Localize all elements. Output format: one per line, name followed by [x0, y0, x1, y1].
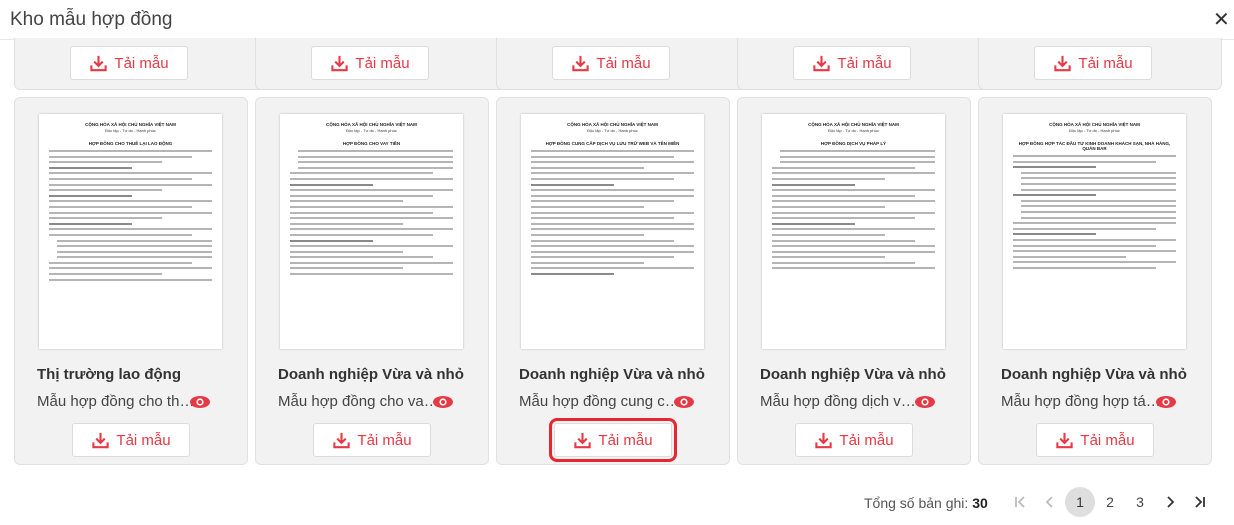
total-records: Tổng số bản ghi: 30 [864, 495, 988, 511]
page-button-2[interactable]: 2 [1095, 487, 1125, 517]
template-card-prev: Tải mẫu [737, 38, 996, 90]
doc-subheader: Độc lập - Tự do - Hạnh phúc [346, 128, 397, 133]
card-title: Doanh nghiệp Vừa và nhỏ [760, 366, 946, 383]
template-card-prev: Tải mẫu [14, 38, 273, 90]
doc-title: HỢP ĐỒNG CUNG CẤP DỊCH VỤ LƯU TRỮ WEB VÀ… [545, 141, 680, 146]
download-label: Tải mẫu [839, 431, 894, 449]
download-button[interactable]: Tải mẫu [552, 46, 670, 80]
download-label: Tải mẫu [114, 54, 169, 72]
doc-subheader: Độc lập - Tự do - Hạnh phúc [1069, 128, 1120, 133]
card-title: Thị trường lao động [37, 366, 182, 383]
page-button-1[interactable]: 1 [1065, 487, 1095, 517]
first-page-button[interactable] [1005, 487, 1035, 517]
eye-icon[interactable] [914, 395, 936, 409]
modal-header: Kho mẫu hợp đồng ✕ [0, 0, 1234, 40]
download-label: Tải mẫu [1078, 54, 1133, 72]
doc-title: HỢP ĐỒNG CHO VAY TIỀN [342, 141, 401, 146]
chevron-right-icon [1167, 496, 1175, 508]
template-card-prev: Tải mẫu [496, 38, 755, 90]
download-icon [90, 55, 108, 71]
template-card-prev: Tải mẫu [978, 38, 1222, 90]
card-description: Mẫu hợp đồng cho thuê lại lao động [37, 393, 199, 410]
eye-icon[interactable] [189, 395, 211, 409]
template-card[interactable]: CỘNG HÒA XÃ HỘI CHỦ NGHĨA VIỆT NAM Độc l… [496, 97, 730, 465]
doc-title: HỢP ĐỒNG DỊCH VỤ PHÁP LÝ [820, 141, 887, 146]
document-thumbnail[interactable]: CỘNG HÒA XÃ HỘI CHỦ NGHĨA VIỆT NAM Độc l… [280, 114, 463, 349]
card-description: Mẫu hợp đồng cung cấp dịch vụ [519, 393, 681, 410]
download-button[interactable]: Tải mẫu [72, 423, 190, 457]
download-icon [1056, 432, 1074, 448]
card-title: Doanh nghiệp Vừa và nhỏ [1001, 366, 1187, 383]
download-button[interactable]: Tải mẫu [70, 46, 188, 80]
download-icon [574, 432, 592, 448]
download-label: Tải mẫu [116, 431, 171, 449]
doc-title: HỢP ĐỒNG CHO THUÊ LẠI LAO ĐỘNG [88, 141, 173, 146]
document-thumbnail[interactable]: CỘNG HÒA XÃ HỘI CHỦ NGHĨA VIỆT NAM Độc l… [521, 114, 704, 349]
download-button[interactable]: Tải mẫu [549, 418, 677, 462]
download-button[interactable]: Tải mẫu [1034, 46, 1152, 80]
card-title: Doanh nghiệp Vừa và nhỏ [278, 366, 464, 383]
doc-subheader: Độc lập - Tự do - Hạnh phúc [587, 128, 638, 133]
download-label: Tải mẫu [1080, 431, 1135, 449]
last-page-icon [1195, 496, 1205, 508]
doc-header: CỘNG HÒA XÃ HỘI CHỦ NGHĨA VIỆT NAM [326, 122, 417, 127]
template-card[interactable]: CỘNG HÒA XÃ HỘI CHỦ NGHĨA VIỆT NAM Độc l… [14, 97, 248, 465]
doc-subheader: Độc lập - Tự do - Hạnh phúc [828, 128, 879, 133]
page-button-3[interactable]: 3 [1125, 487, 1155, 517]
download-button[interactable]: Tải mẫu [793, 46, 911, 80]
eye-icon[interactable] [432, 395, 454, 409]
template-card[interactable]: CỘNG HÒA XÃ HỘI CHỦ NGHĨA VIỆT NAM Độc l… [255, 97, 489, 465]
document-thumbnail[interactable]: CỘNG HÒA XÃ HỘI CHỦ NGHĨA VIỆT NAM Độc l… [39, 114, 222, 349]
download-icon [572, 55, 590, 71]
eye-icon[interactable] [1155, 395, 1177, 409]
download-button[interactable]: Tải mẫu [311, 46, 429, 80]
template-card-prev: Tải mẫu [255, 38, 514, 90]
doc-title: HỢP ĐỒNG HỢP TÁC ĐẦU TƯ KINH DOANH KHÁCH… [1018, 141, 1171, 151]
chevron-left-icon [1045, 496, 1053, 508]
download-icon [1054, 55, 1072, 71]
total-count: 30 [972, 495, 988, 511]
document-thumbnail[interactable]: CỘNG HÒA XÃ HỘI CHỦ NGHĨA VIỆT NAM Độc l… [1003, 114, 1186, 349]
download-button[interactable]: Tải mẫu [1036, 423, 1154, 457]
template-card[interactable]: CỘNG HÒA XÃ HỘI CHỦ NGHĨA VIỆT NAM Độc l… [978, 97, 1212, 465]
template-card[interactable]: CỘNG HÒA XÃ HỘI CHỦ NGHĨA VIỆT NAM Độc l… [737, 97, 971, 465]
download-icon [813, 55, 831, 71]
card-title: Doanh nghiệp Vừa và nhỏ [519, 366, 705, 383]
eye-icon[interactable] [673, 395, 695, 409]
next-page-button[interactable] [1155, 487, 1185, 517]
download-label: Tải mẫu [357, 431, 412, 449]
download-icon [815, 432, 833, 448]
download-label: Tải mẫu [837, 54, 892, 72]
download-button[interactable]: Tải mẫu [795, 423, 913, 457]
card-description: Mẫu hợp đồng cho vay tiền [278, 393, 440, 410]
total-label: Tổng số bản ghi: [864, 495, 969, 511]
download-label: Tải mẫu [596, 54, 651, 72]
doc-header: CỘNG HÒA XÃ HỘI CHỦ NGHĨA VIỆT NAM [1049, 122, 1140, 127]
close-icon[interactable]: ✕ [1213, 7, 1230, 32]
first-page-icon [1015, 496, 1025, 508]
document-thumbnail[interactable]: CỘNG HÒA XÃ HỘI CHỦ NGHĨA VIỆT NAM Độc l… [762, 114, 945, 349]
download-label: Tải mẫu [355, 54, 410, 72]
doc-header: CỘNG HÒA XÃ HỘI CHỦ NGHĨA VIỆT NAM [567, 122, 658, 127]
prev-page-button[interactable] [1035, 487, 1065, 517]
doc-header: CỘNG HÒA XÃ HỘI CHỦ NGHĨA VIỆT NAM [808, 122, 899, 127]
card-description: Mẫu hợp đồng hợp tác kinh doanh [1001, 393, 1163, 410]
doc-subheader: Độc lập - Tự do - Hạnh phúc [105, 128, 156, 133]
card-description: Mẫu hợp đồng dịch vụ pháp lý [760, 393, 922, 410]
download-label: Tải mẫu [598, 431, 653, 449]
doc-header: CỘNG HÒA XÃ HỘI CHỦ NGHĨA VIỆT NAM [85, 122, 176, 127]
modal-title: Kho mẫu hợp đồng [10, 9, 173, 30]
download-icon [92, 432, 110, 448]
download-icon [333, 432, 351, 448]
last-page-button[interactable] [1185, 487, 1215, 517]
download-button[interactable]: Tải mẫu [313, 423, 431, 457]
download-icon [331, 55, 349, 71]
